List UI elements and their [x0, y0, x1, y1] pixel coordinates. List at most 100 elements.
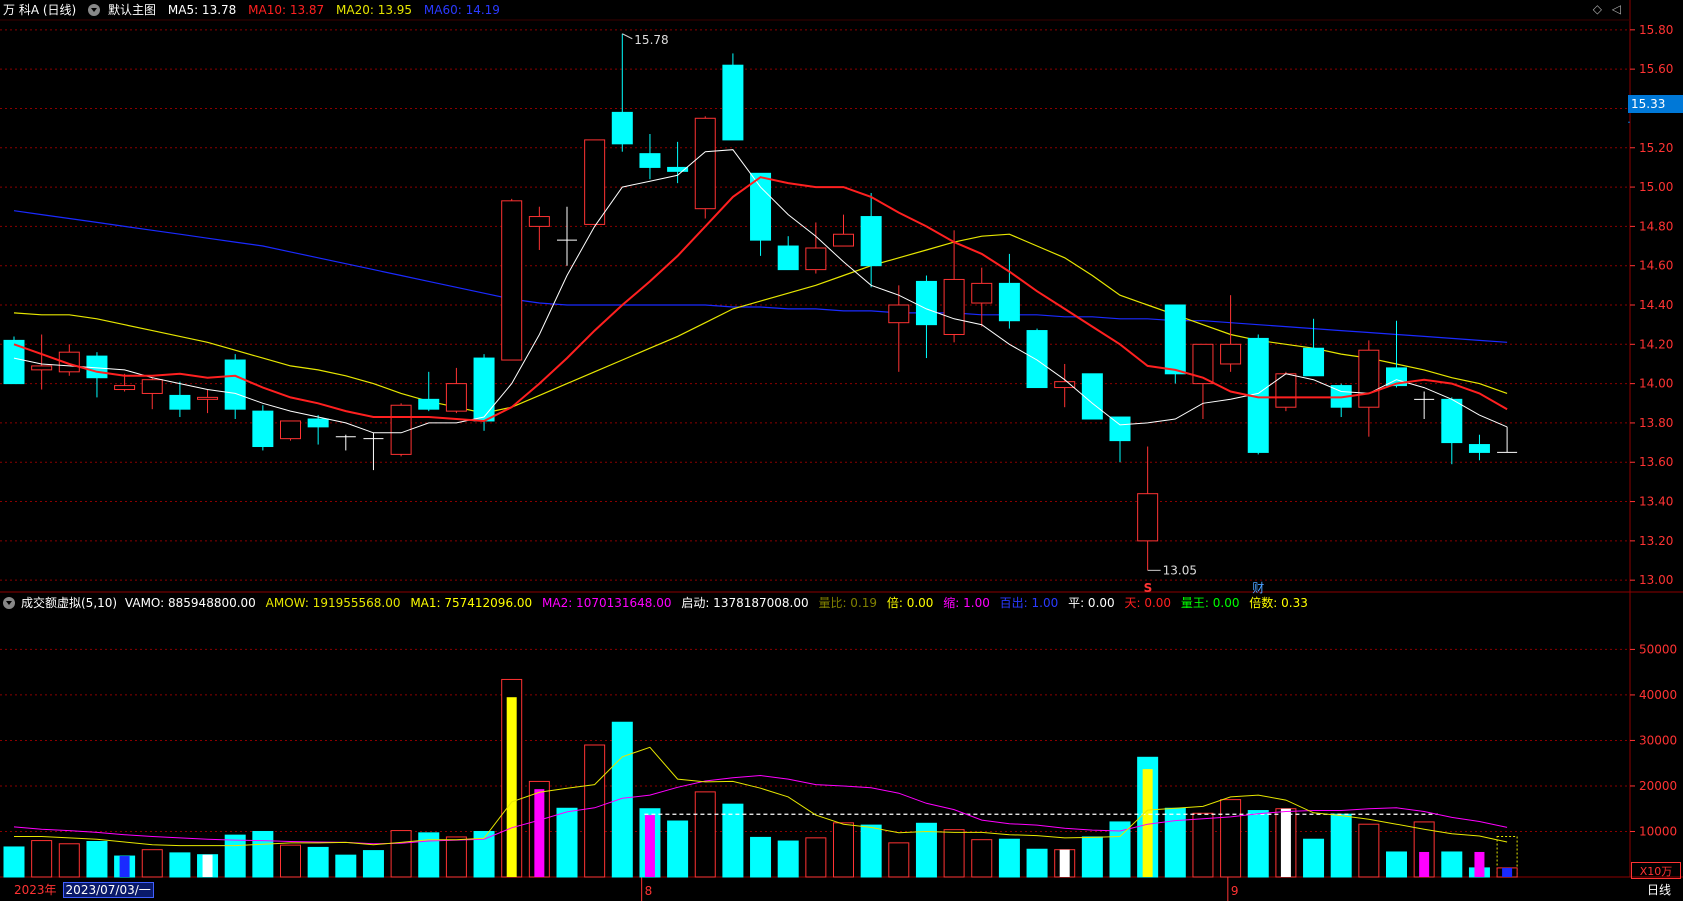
- candle-body: [307, 418, 329, 428]
- bei-value: 倍: 0.00: [886, 596, 934, 610]
- price-tick-label: 14.60: [1639, 259, 1673, 273]
- volume-bar: [1220, 799, 1242, 878]
- candle-body: [694, 117, 716, 210]
- main-header: 万 科A (日线) 默认主图 MA5: 13.78 MA10: 13.87 MA…: [0, 0, 1630, 20]
- volume-bar: [335, 854, 357, 878]
- volume-header: 成交额虚拟(5,10) VAMO: 885948800.00 AMOW: 191…: [0, 593, 1630, 613]
- volume-bar: [1192, 812, 1214, 878]
- amow-value: AMOW: 191955568.00: [265, 596, 401, 610]
- volume-highlight-bar: [202, 854, 213, 877]
- volume-bar: [86, 840, 108, 878]
- volume-tick-label: 20000: [1639, 779, 1677, 793]
- candle-body: [584, 139, 606, 225]
- volume-bar: [3, 846, 25, 878]
- volume-bar: [805, 837, 827, 878]
- volume-highlight-bar: [1474, 851, 1485, 877]
- candle-body: [418, 398, 440, 410]
- tian-value: 天: 0.00: [1124, 596, 1172, 610]
- candle-body: [31, 365, 53, 371]
- candle-body: [1164, 304, 1186, 375]
- year-label: 2023年: [14, 883, 57, 897]
- volume-highlight-bar: [506, 697, 517, 877]
- volume-bar: [888, 842, 910, 878]
- candle-body: [473, 357, 495, 422]
- volume-bar: [584, 744, 606, 878]
- volume-bar: [998, 838, 1020, 878]
- candle-body: [169, 394, 191, 410]
- candle-body: [998, 282, 1020, 322]
- candle-body: [114, 385, 136, 391]
- volume-bar: [362, 850, 384, 878]
- ma20-legend: MA20: 13.95: [336, 3, 413, 17]
- price-tick-label: 14.80: [1639, 219, 1673, 233]
- ma2-value: MA2: 1070131648.00: [542, 596, 672, 610]
- volume-bar: [1081, 836, 1103, 878]
- suo-value: 缩: 1.00: [943, 596, 990, 610]
- volume-bar: [611, 721, 633, 878]
- volume-highlight-bar: [1142, 769, 1153, 877]
- volume-bar: [1358, 823, 1380, 878]
- candle-body: [252, 410, 274, 448]
- price-tick-label: 13.40: [1639, 495, 1673, 509]
- candle-body: [1358, 349, 1380, 408]
- volume-bar: [169, 852, 191, 878]
- volume-tick-label: 30000: [1639, 733, 1677, 747]
- volume-bar: [1026, 848, 1048, 878]
- collapse-arrow-icon[interactable]: ◁: [1612, 2, 1621, 16]
- price-tick-label: 13.00: [1639, 573, 1673, 587]
- diamond-icon[interactable]: ◇: [1593, 2, 1602, 16]
- dropdown-icon[interactable]: [3, 596, 15, 609]
- candle-body: [1109, 416, 1131, 442]
- stock-name[interactable]: 万 科A (日线): [3, 3, 76, 17]
- price-tick-label: 15.80: [1639, 23, 1673, 37]
- volume-bar: [307, 846, 329, 878]
- candle-body: [915, 280, 937, 326]
- qidong-value: 启动: 1378187008.00: [681, 596, 809, 610]
- dropdown-icon[interactable]: [88, 3, 101, 16]
- ma60-legend: MA60: 14.19: [423, 3, 500, 17]
- candle-body: [1026, 330, 1048, 389]
- volume-bar: [750, 836, 772, 878]
- stock-chart[interactable]: 15.8015.6015.4015.2015.0014.8014.6014.40…: [0, 0, 1683, 901]
- candle-body: [1468, 444, 1490, 453]
- price-tick-label: 15.20: [1639, 141, 1673, 155]
- volume-tick-label: 50000: [1639, 642, 1677, 656]
- volume-bar: [694, 791, 716, 878]
- price-tick-label: 15.00: [1639, 180, 1673, 194]
- volume-bar: [280, 844, 301, 878]
- baichu-value: 百出: 1.00: [999, 596, 1059, 610]
- ma1-value: MA1: 757412096.00: [410, 596, 533, 610]
- volume-bar: [833, 822, 854, 878]
- candle-body: [860, 216, 882, 267]
- cursor-date-label: 2023/07/03/一: [62, 882, 154, 898]
- layout-label[interactable]: 默认主图: [108, 3, 156, 17]
- period-button[interactable]: 日线: [1637, 881, 1681, 899]
- volume-bar: [1386, 851, 1407, 878]
- date-axis-label: 2023年 2023/07/03/一: [0, 881, 154, 899]
- candle-body: [971, 282, 993, 304]
- volume-indicator-name[interactable]: 成交额虚拟(5,10): [21, 596, 117, 610]
- candle-body: [1081, 373, 1103, 420]
- volume-bar: [860, 824, 882, 878]
- candle-body: [639, 153, 661, 168]
- beishu-value: 倍数: 0.33: [1249, 596, 1308, 610]
- candle-body: [141, 379, 163, 394]
- candle-body: [943, 278, 965, 335]
- volume-highlight-bar: [1502, 867, 1513, 877]
- volume-bar: [31, 840, 53, 878]
- volume-bar: [445, 836, 467, 878]
- candle-body: [722, 64, 744, 141]
- ma10-legend: MA10: 13.87: [248, 3, 325, 17]
- volume-bar: [1164, 807, 1186, 878]
- candle-body: [1441, 398, 1463, 444]
- liangbi-value: 量比: 0.19: [818, 596, 878, 610]
- volume-highlight-bar: [1419, 851, 1430, 877]
- volume-bar: [58, 843, 80, 878]
- candle-body: [888, 304, 910, 324]
- low-price-label: 13.05: [1163, 563, 1197, 577]
- liangwang-value: 量王: 0.00: [1180, 596, 1240, 610]
- candle-body: [1137, 493, 1159, 542]
- volume-bar: [556, 807, 578, 878]
- month-tick-label: 9: [1231, 884, 1239, 898]
- volume-tick-label: 40000: [1639, 688, 1677, 702]
